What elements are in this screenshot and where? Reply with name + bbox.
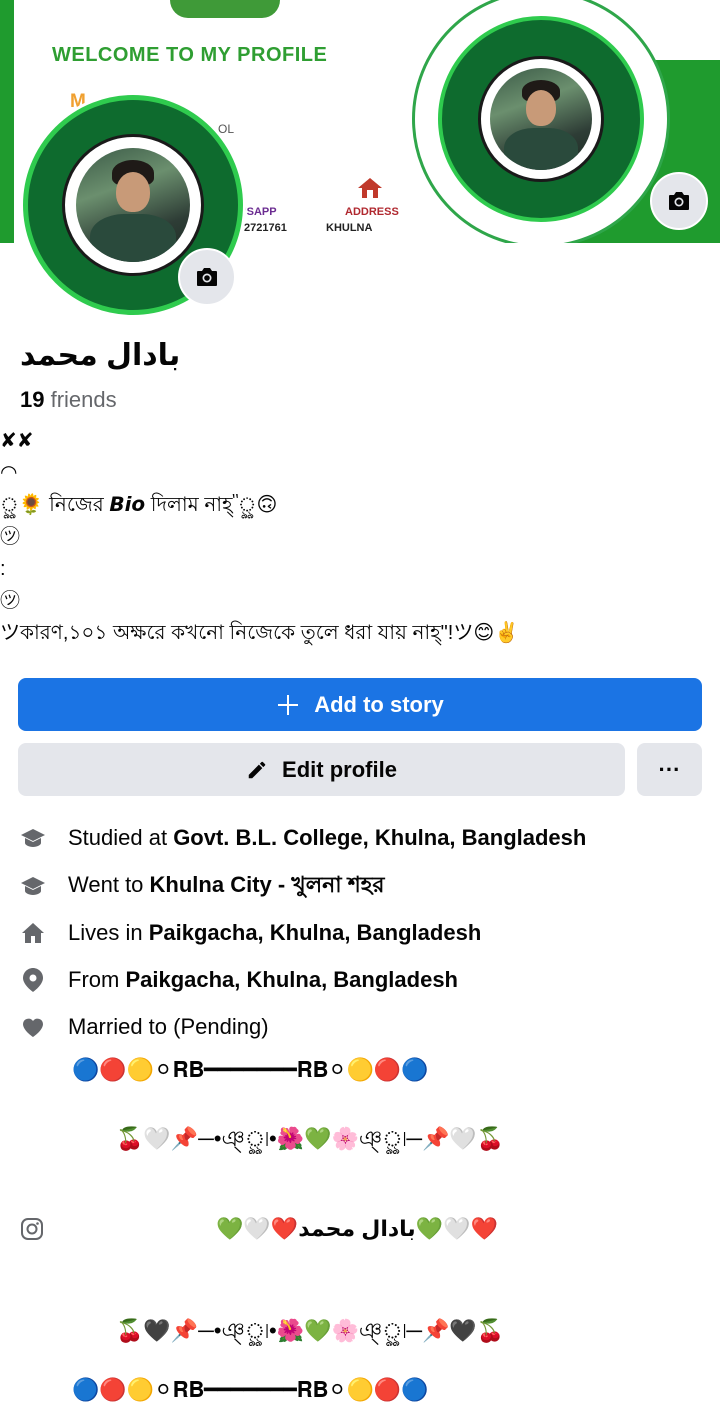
cover-whatsapp-label: 'SAPP (244, 206, 277, 218)
friends-count: 19 (20, 387, 45, 412)
bio-line: ㋡ (0, 590, 20, 612)
location-pin-icon (20, 967, 46, 993)
cover-address-label: ADDRESS (345, 206, 399, 218)
leaf-decoration (170, 0, 280, 18)
detail-from[interactable]: From Paikgacha, Khulna, Bangladesh (0, 960, 720, 1000)
edit-profile-label: Edit profile (282, 756, 397, 782)
graduation-cap-icon (20, 825, 46, 851)
bio-line: ৣ🌻 নিজের 𝘽𝙞𝙤 দিলাম নাহ্"ৣ🙃 (0, 494, 278, 516)
edit-profile-picture-button[interactable] (178, 248, 236, 306)
pencil-icon (248, 761, 266, 778)
add-to-story-label: Add to story (314, 691, 444, 717)
bio-line: : (0, 558, 6, 580)
cover-address-value: KHULNA (326, 222, 373, 234)
decor-line: 🔵🔴🟡⚪𝐑𝐁━━━━━━━𝐑𝐁⚪🟡🔴🔵 (72, 1377, 429, 1402)
detail-value[interactable]: Govt. B.L. College, Khulna, Bangladesh (173, 825, 586, 850)
edit-cover-photo-button[interactable] (650, 172, 708, 230)
cover-badge-photo (490, 68, 592, 170)
detail-prefix: Married to (Pending) (68, 1014, 269, 1039)
detail-value[interactable]: Khulna City - খুলনা শহর (150, 872, 385, 897)
detail-education[interactable]: Studied at Govt. B.L. College, Khulna, B… (0, 818, 720, 858)
decor-line: 🔵🔴🟡⚪𝐑𝐁━━━━━━━𝐑𝐁⚪🟡🔴🔵 (72, 1057, 429, 1082)
friends-count-link[interactable]: 19 friends (20, 387, 117, 413)
decor-line: 🍒🤍📌─•ঞ্ৣ৷•🌺💚🌸ঞ্ৣ৷─📌🤍🍒 (116, 1126, 505, 1151)
detail-value[interactable]: Paikgacha, Khulna, Bangladesh (149, 920, 482, 945)
cover-stripe (0, 0, 14, 243)
camera-icon (669, 192, 689, 210)
house-icon (358, 178, 382, 198)
add-to-story-button[interactable]: Add to story (18, 678, 702, 731)
home-icon (20, 920, 46, 946)
plus-icon (278, 694, 299, 715)
detail-lives-in[interactable]: Lives in Paikgacha, Khulna, Bangladesh (0, 913, 720, 953)
bio-line: ◠ (0, 462, 18, 484)
decor-instagram-line[interactable]: 💚🤍❤️بادال محمد💚🤍❤️ (216, 1216, 720, 1242)
edit-profile-button[interactable]: Edit profile (18, 743, 625, 796)
detail-school[interactable]: Went to Khulna City - খুলনা শহর (0, 866, 720, 906)
decor-line: 🍒🖤📌─•ঞ্ৣ৷•🌺💚🌸ঞ্ৣ৷─📌🖤🍒 (116, 1318, 505, 1343)
detail-prefix: Lives in (68, 920, 149, 945)
more-options-button[interactable]: ··· (637, 743, 702, 796)
bio-line: ㋡ (0, 526, 20, 548)
cover-title: WELCOME TO MY PROFILE (52, 44, 328, 66)
bio: ✘✘ ◠ ৣ🌻 নিজের 𝘽𝙞𝙤 দিলাম নাহ্"ৣ🙃 ㋡ : ㋡ ツক… (0, 425, 720, 649)
heart-icon (20, 1014, 46, 1040)
instagram-icon (21, 1218, 43, 1240)
detail-prefix: Went to (68, 871, 150, 897)
detail-prefix: From (68, 967, 126, 992)
cover-whatsapp-value: 2721761 (244, 222, 287, 234)
bio-line: ツকারণ,১০১ অক্ষরে কখনো নিজেকে তুলে ধরা যা… (0, 622, 520, 644)
camera-icon (197, 268, 217, 286)
friends-label: friends (50, 387, 117, 412)
graduation-cap-icon (20, 873, 46, 899)
detail-relationship: Married to (Pending) (0, 1007, 720, 1047)
bio-line: ✘✘ (0, 430, 34, 452)
profile-name: بادال محمد (20, 339, 181, 372)
more-options-label: ··· (658, 756, 681, 782)
detail-value[interactable]: Paikgacha, Khulna, Bangladesh (125, 967, 458, 992)
detail-prefix: Studied at (68, 825, 174, 850)
